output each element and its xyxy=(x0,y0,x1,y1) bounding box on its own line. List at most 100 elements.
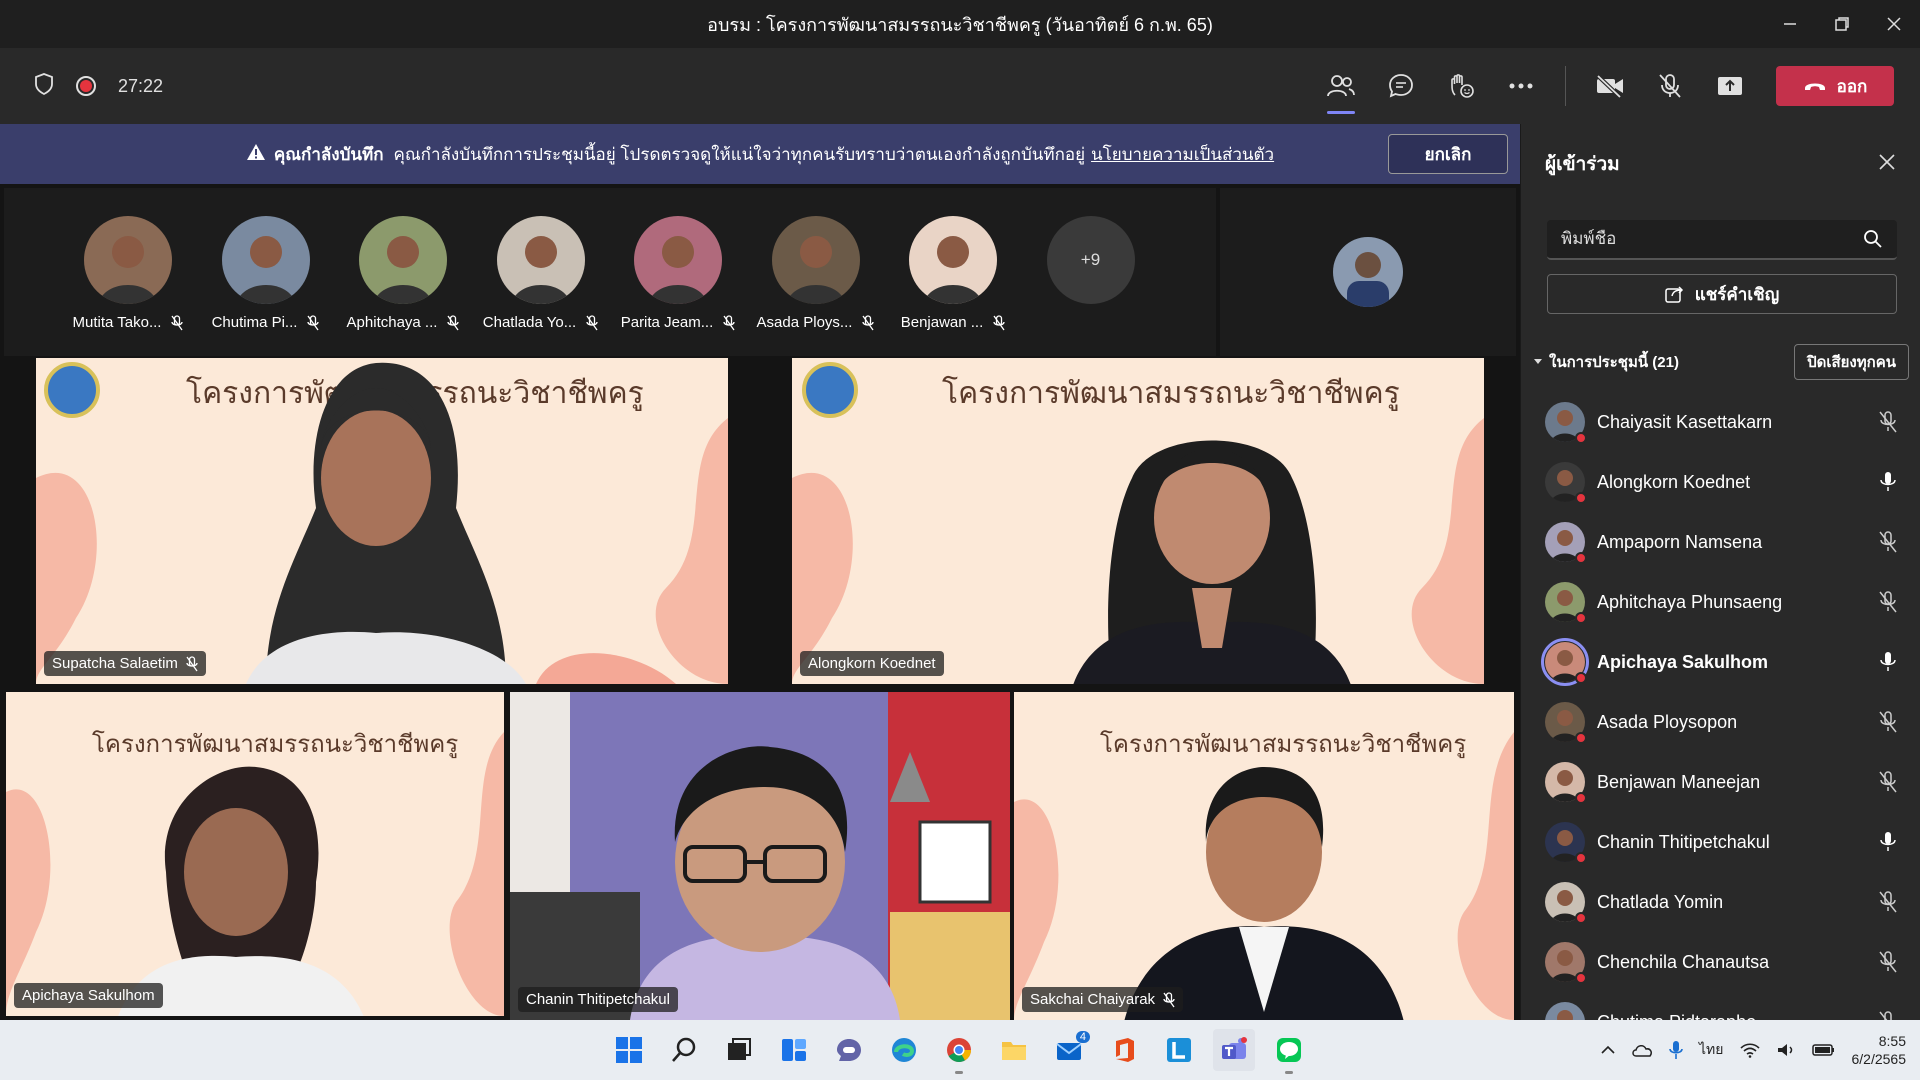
volume-icon[interactable] xyxy=(1776,1042,1796,1058)
participant-row[interactable]: Chutima Pidtarapho xyxy=(1521,992,1920,1020)
cancel-recording-button[interactable]: ยกเลิก xyxy=(1388,134,1508,174)
mic-off-icon[interactable] xyxy=(1879,951,1897,973)
mic-on-icon[interactable] xyxy=(1879,651,1897,673)
self-view[interactable] xyxy=(1220,188,1516,356)
avatar-name: Parita Jeam... xyxy=(620,314,714,331)
participant-row[interactable]: Asada Ploysopon xyxy=(1521,692,1920,752)
mic-off-icon[interactable] xyxy=(1879,891,1897,913)
task-view-button[interactable] xyxy=(718,1029,760,1071)
chat-button[interactable] xyxy=(1371,48,1431,124)
participant-row[interactable]: Ampaporn Namsena xyxy=(1521,512,1920,572)
participant-avatar xyxy=(1545,702,1587,744)
microphone-icon[interactable] xyxy=(1669,1040,1683,1060)
avatar-name: Mutita Tako... xyxy=(72,314,162,331)
more-actions-button[interactable] xyxy=(1491,48,1551,124)
search-input[interactable] xyxy=(1561,229,1841,249)
mic-on-icon[interactable] xyxy=(1879,471,1897,493)
video-tile-alongkorn[interactable]: โครงการพัฒนาสมรรถนะวิชาชีพครู Alongkorn … xyxy=(792,358,1484,684)
mic-off-icon[interactable] xyxy=(1879,1011,1897,1020)
video-tile-apichaya[interactable]: โครงการพัฒนาสมรรถนะวิชาชีพครู Apichaya S… xyxy=(6,692,504,1016)
participant-avatar xyxy=(1545,822,1587,864)
meeting-toolbar: 27:22 ออก xyxy=(0,48,1920,124)
privacy-policy-link[interactable]: นโยบายความเป็นส่วนตัว xyxy=(1091,141,1274,168)
avatar xyxy=(496,216,585,304)
warning-icon xyxy=(246,143,266,166)
taskbar-apps: 4 xyxy=(608,1020,1310,1080)
mic-off-icon[interactable] xyxy=(1879,771,1897,793)
participant-avatar xyxy=(1545,882,1587,924)
video-tile-chanin[interactable]: Chanin Thitipetchakul xyxy=(510,692,1010,1020)
participant-row[interactable]: Alongkorn Koednet xyxy=(1521,452,1920,512)
chevron-up-icon[interactable] xyxy=(1601,1045,1615,1055)
mic-off-icon[interactable] xyxy=(1879,711,1897,733)
wifi-icon[interactable] xyxy=(1739,1042,1760,1058)
strip-avatar[interactable]: Chatlada Yo... xyxy=(473,216,609,331)
participant-row[interactable]: Chaiyasit Kasettakarn xyxy=(1521,392,1920,452)
file-explorer-button[interactable] xyxy=(993,1029,1035,1071)
share-screen-button[interactable] xyxy=(1700,48,1760,124)
taskbar-clock[interactable]: 8:55 6/2/2565 xyxy=(1852,1032,1907,1068)
status-badge xyxy=(1575,432,1587,444)
search-icon xyxy=(672,1037,696,1062)
edge-button[interactable] xyxy=(883,1029,925,1071)
leave-button[interactable]: ออก xyxy=(1776,66,1894,106)
strip-avatar[interactable]: Mutita Tako... xyxy=(60,216,196,331)
share-tray-icon xyxy=(1718,77,1742,95)
teams-button[interactable] xyxy=(1213,1029,1255,1071)
participant-row[interactable]: Chenchila Chanautsa xyxy=(1521,932,1920,992)
language-indicator[interactable]: ไทย xyxy=(1699,1039,1723,1061)
share-invite-button[interactable]: แชร์คำเชิญ xyxy=(1547,274,1897,314)
strip-avatar[interactable]: Aphitchaya ... xyxy=(335,216,471,331)
widgets-icon xyxy=(782,1039,806,1061)
participant-video xyxy=(1124,767,1404,1020)
participant-row[interactable]: Aphitchaya Phunsaeng xyxy=(1521,572,1920,632)
more-participants-button[interactable]: +9 xyxy=(1023,216,1159,304)
mic-off-icon[interactable] xyxy=(1879,411,1897,433)
onedrive-icon[interactable] xyxy=(1631,1042,1653,1058)
chat-app-button[interactable] xyxy=(828,1029,870,1071)
banner-title: คุณกำลังบันทึก xyxy=(273,144,384,164)
widgets-button[interactable] xyxy=(773,1029,815,1071)
mic-toggle-button[interactable] xyxy=(1640,48,1700,124)
mic-off-icon[interactable] xyxy=(1879,591,1897,613)
university-seal xyxy=(802,362,858,418)
start-button[interactable] xyxy=(608,1029,650,1071)
search-icon[interactable] xyxy=(1863,229,1883,249)
search-taskbar-button[interactable] xyxy=(663,1029,705,1071)
battery-icon[interactable] xyxy=(1811,1043,1836,1057)
video-tile-sakchai[interactable]: โครงการพัฒนาสมรรถนะวิชาชีพครู Sakchai Ch… xyxy=(1014,692,1514,1020)
mute-all-button[interactable]: ปิดเสียงทุกคน xyxy=(1794,344,1909,380)
strip-avatar[interactable]: Asada Ploys... xyxy=(748,216,884,331)
chrome-button[interactable] xyxy=(938,1029,980,1074)
status-badge xyxy=(1575,492,1587,504)
participants-button[interactable] xyxy=(1311,48,1371,124)
strip-avatar[interactable]: Parita Jeam... xyxy=(610,216,746,331)
strip-avatar[interactable]: Chutima Pi... xyxy=(198,216,334,331)
participant-row[interactable]: Apichaya Sakulhom xyxy=(1521,632,1920,692)
participant-name: Asada Ploysopon xyxy=(1597,711,1738,732)
avatar-name: Benjawan ... xyxy=(900,314,984,331)
participant-name: Chaiyasit Kasettakarn xyxy=(1597,411,1773,432)
avatar-name: Asada Ploys... xyxy=(756,314,853,331)
restore-button[interactable] xyxy=(1816,0,1868,48)
in-meeting-toggle[interactable]: ในการประชุมนี้ (21) xyxy=(1533,350,1679,374)
shield-icon[interactable] xyxy=(34,72,54,100)
office-button[interactable] xyxy=(1103,1029,1145,1071)
reactions-button[interactable] xyxy=(1431,48,1491,124)
strip-avatar[interactable]: Benjawan ... xyxy=(885,216,1021,331)
participant-row[interactable]: Chatlada Yomin xyxy=(1521,872,1920,932)
participant-row[interactable]: Benjawan Maneejan xyxy=(1521,752,1920,812)
invite-label: แชร์คำเชิญ xyxy=(1694,284,1780,304)
mic-on-icon[interactable] xyxy=(1879,831,1897,853)
close-window-button[interactable] xyxy=(1868,0,1920,48)
minimize-button[interactable] xyxy=(1764,0,1816,48)
mail-button[interactable]: 4 xyxy=(1048,1029,1090,1071)
close-panel-button[interactable] xyxy=(1878,153,1896,176)
mic-off-icon[interactable] xyxy=(1879,531,1897,553)
video-tile-supatcha[interactable]: โครงการพัฒนาสมรรถนะวิชาชีพครู Supatcha S… xyxy=(36,358,728,684)
participant-row[interactable]: Chanin Thitipetchakul xyxy=(1521,812,1920,872)
camera-toggle-button[interactable] xyxy=(1580,48,1640,124)
tile-nameplate: Apichaya Sakulhom xyxy=(14,983,163,1008)
line-button[interactable] xyxy=(1268,1029,1310,1074)
app-l-button[interactable] xyxy=(1158,1029,1200,1071)
